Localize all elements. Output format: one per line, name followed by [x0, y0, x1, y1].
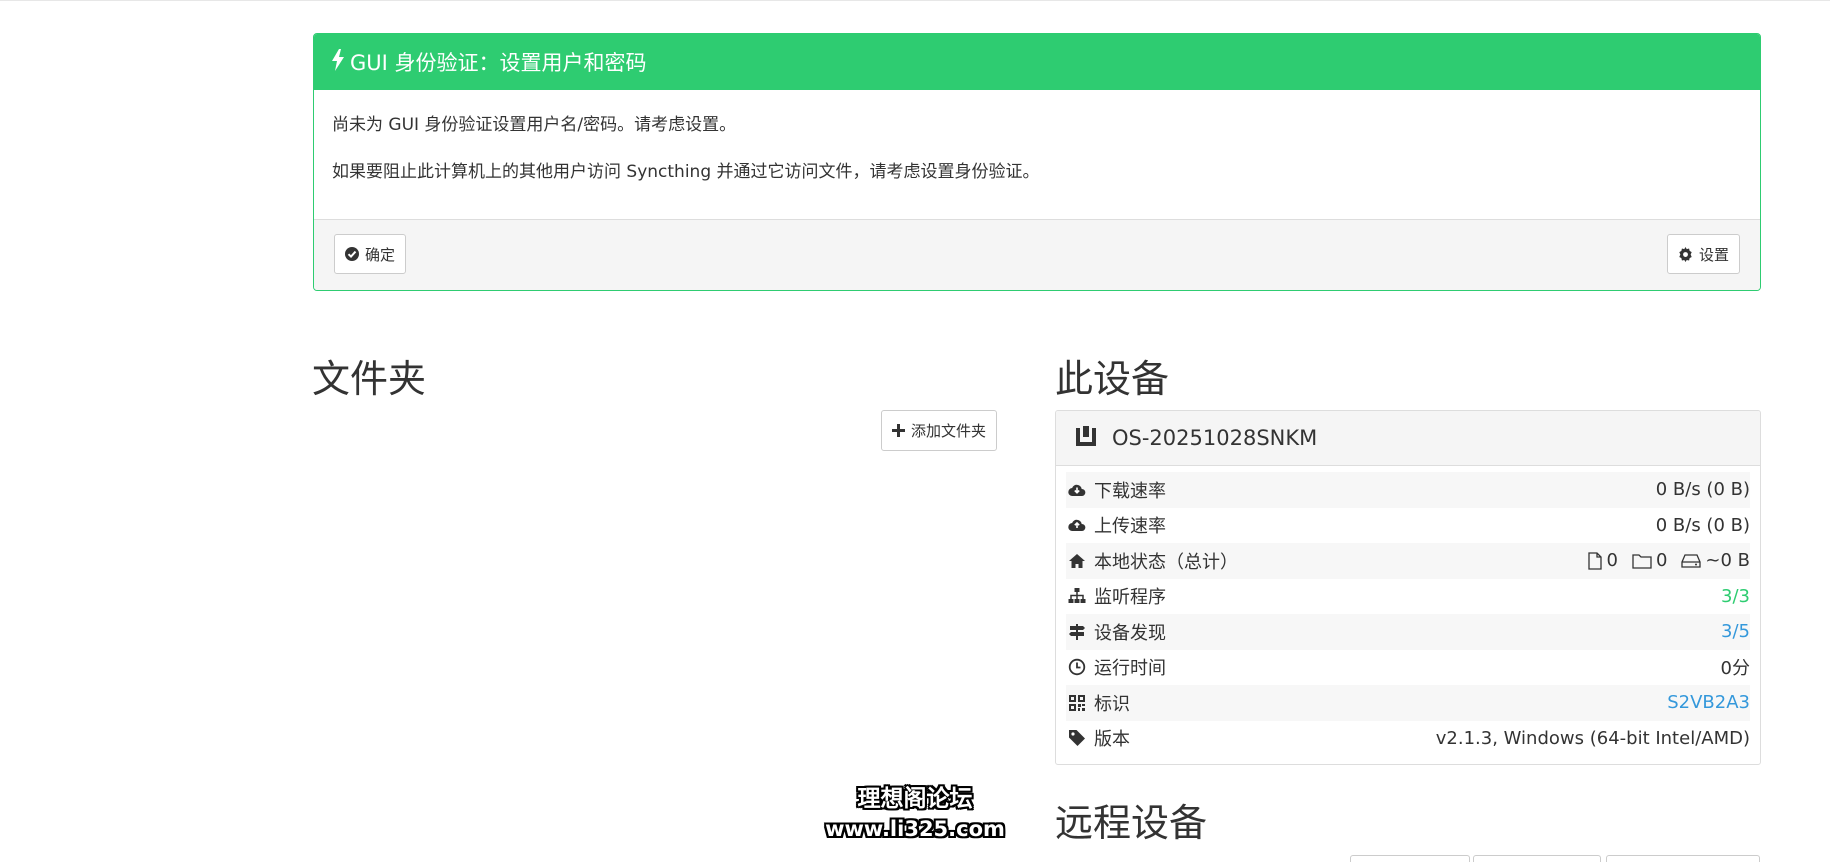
cloud-upload-icon — [1068, 520, 1086, 532]
watermark: 理想阁论坛 www.li325.com — [820, 784, 1010, 844]
this-device-title: 此设备 — [1055, 357, 1170, 401]
uptime-row: 运行时间 0分 — [1066, 650, 1750, 686]
gear-icon — [1678, 246, 1693, 262]
local-state-label: 本地状态（总计） — [1094, 551, 1238, 573]
settings-button[interactable]: 设置 — [1666, 234, 1740, 274]
identity-row: 标识 S2VB2A3 — [1066, 685, 1750, 721]
home-icon — [1069, 553, 1085, 568]
device-name: OS-20251028SNKM — [1112, 426, 1318, 450]
check-circle-icon — [345, 247, 359, 261]
tag-icon — [1069, 730, 1085, 747]
uptime-value: 0分 — [1720, 658, 1750, 680]
watermark-line-2: www.li325.com — [825, 817, 1005, 841]
auth-alert-line-2: 如果要阻止此计算机上的其他用户访问 Syncthing 并通过它访问文件，请考虑… — [332, 162, 1040, 182]
folders-title: 文件夹 — [312, 357, 427, 401]
discovery-value[interactable]: 3/5 — [1721, 621, 1750, 642]
file-icon — [1588, 552, 1603, 570]
top-divider — [0, 0, 1830, 1]
identity-value[interactable]: S2VB2A3 — [1667, 692, 1750, 713]
desktop-icon — [1074, 424, 1112, 453]
upload-rate-row: 上传速率 0 B/s (0 B) — [1066, 508, 1750, 544]
auth-alert-panel: GUI 身份验证：设置用户和密码 尚未为 GUI 身份验证设置用户名/密码。请考… — [313, 33, 1761, 291]
plus-icon — [892, 424, 905, 437]
version-value: v2.1.3, Windows (64-bit Intel/AMD) — [1435, 727, 1750, 749]
bolt-icon — [332, 48, 344, 76]
version-label: 版本 — [1094, 729, 1130, 751]
this-device-header[interactable]: OS-20251028SNKM — [1056, 411, 1760, 466]
remote-devices-title: 远程设备 — [1055, 801, 1208, 845]
remote-action-button-3[interactable] — [1606, 855, 1760, 862]
folder-icon — [1632, 554, 1652, 569]
discovery-row: 设备发现 3/5 — [1066, 614, 1750, 650]
auth-alert-header: GUI 身份验证：设置用户和密码 — [314, 34, 1760, 90]
settings-button-label: 设置 — [1698, 245, 1729, 264]
download-rate-row: 下载速率 0 B/s (0 B) — [1066, 472, 1750, 508]
uptime-label: 运行时间 — [1094, 658, 1166, 680]
discovery-label: 设备发现 — [1094, 622, 1166, 644]
local-state-value: 0 0 ~0 B — [1588, 550, 1750, 571]
version-row: 版本 v2.1.3, Windows (64-bit Intel/AMD) — [1066, 721, 1750, 757]
auth-alert-footer: 确定 设置 — [314, 219, 1760, 290]
add-folder-label: 添加文件夹 — [911, 422, 987, 440]
local-size: ~0 B — [1705, 550, 1750, 572]
cloud-download-icon — [1068, 484, 1086, 496]
local-state-row: 本地状态（总计） 0 0 ~0 B — [1066, 543, 1750, 579]
listeners-label: 监听程序 — [1094, 587, 1166, 609]
ok-button[interactable]: 确定 — [334, 234, 407, 274]
auth-alert-title: GUI 身份验证：设置用户和密码 — [350, 51, 647, 75]
remote-action-button-2[interactable] — [1473, 855, 1601, 862]
upload-rate-label: 上传速率 — [1094, 516, 1166, 538]
clock-icon — [1068, 659, 1086, 676]
auth-alert-line-1: 尚未为 GUI 身份验证设置用户名/密码。请考虑设置。 — [332, 115, 737, 135]
signpost-icon — [1069, 623, 1085, 640]
remote-action-button-1[interactable] — [1350, 855, 1470, 862]
local-dirs-count: 0 — [1655, 550, 1668, 572]
listeners-value[interactable]: 3/3 — [1721, 586, 1750, 607]
listeners-row: 监听程序 3/3 — [1066, 579, 1750, 615]
add-folder-button[interactable]: 添加文件夹 — [881, 410, 998, 451]
sitemap-icon — [1068, 588, 1086, 604]
local-files-count: 0 — [1606, 550, 1618, 572]
download-rate-label: 下载速率 — [1094, 480, 1166, 502]
this-device-panel: OS-20251028SNKM 下载速率 0 B/s (0 B) 上传速率 0 … — [1055, 410, 1761, 765]
ok-button-label: 确定 — [365, 245, 396, 264]
hdd-icon — [1681, 554, 1702, 568]
auth-alert-body: 尚未为 GUI 身份验证设置用户名/密码。请考虑设置。 如果要阻止此计算机上的其… — [314, 90, 1760, 200]
upload-rate-value: 0 B/s (0 B) — [1655, 514, 1750, 536]
identity-label: 标识 — [1094, 693, 1130, 715]
qrcode-icon — [1069, 694, 1085, 711]
download-rate-value: 0 B/s (0 B) — [1655, 479, 1750, 501]
watermark-line-1: 理想阁论坛 — [857, 786, 973, 812]
